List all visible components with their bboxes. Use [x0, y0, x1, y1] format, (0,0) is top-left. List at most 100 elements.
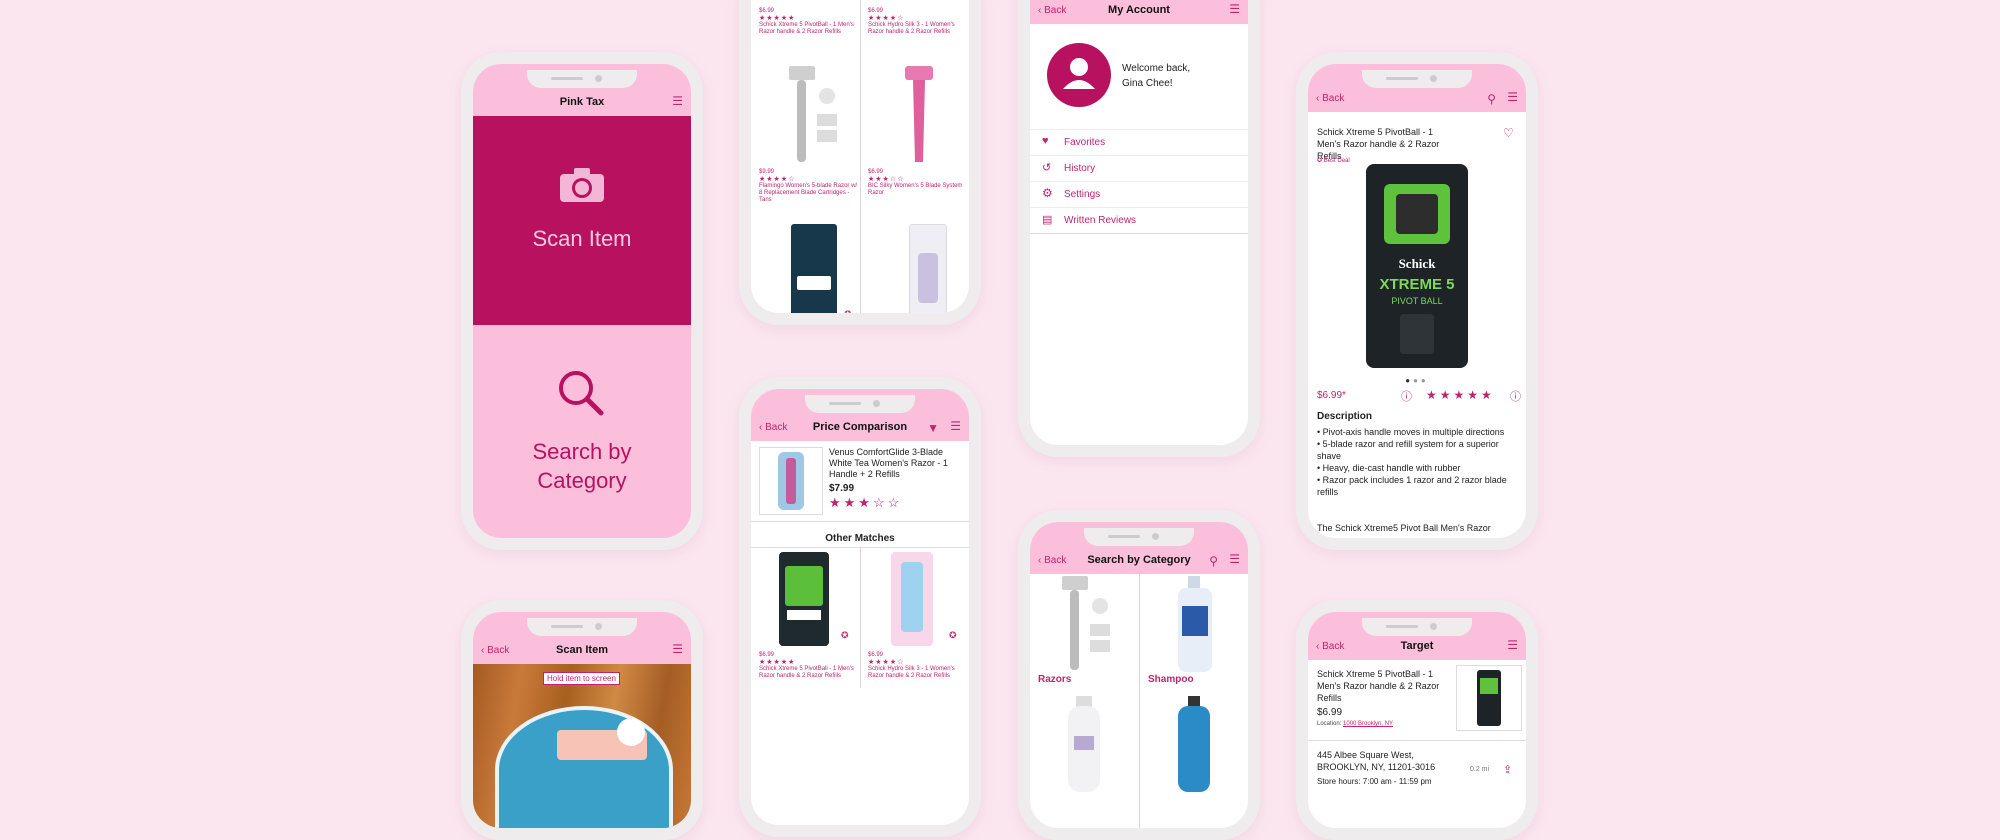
scan-item-label: Scan Item [532, 226, 632, 251]
gear-icon: ⚙ [1042, 186, 1053, 200]
other-matches-heading: Other Matches [825, 533, 895, 544]
image-carousel-dots[interactable]: ●●● [1308, 376, 1526, 385]
camera-viewfinder[interactable]: Hold item to screen [473, 664, 691, 828]
store-item-name: Schick Xtreme 5 PivotBall - 1 Men's Razo… [1317, 669, 1440, 703]
description-heading: Description [1317, 411, 1373, 422]
search-icon[interactable]: ⚲ [1209, 554, 1218, 568]
filter-icon[interactable]: ▼ [927, 421, 939, 435]
notch [1362, 618, 1472, 636]
address-line1: 445 Albee Square West, [1317, 750, 1414, 760]
notch [1084, 528, 1194, 546]
avatar[interactable] [1047, 43, 1111, 107]
location-link[interactable]: 1000 Brooklyn, NY [1343, 721, 1393, 727]
welcome-line: Welcome back, [1122, 63, 1191, 74]
menu-item-history[interactable]: ↺ History [1030, 156, 1248, 182]
main-item[interactable]: Venus ComfortGlide 3-Blade White Tea Wom… [751, 441, 969, 522]
notch [527, 618, 637, 636]
menu-item-label: Written Reviews [1064, 215, 1137, 226]
notch [1362, 70, 1472, 88]
list-item[interactable]: $9.99 ★★★★☆ Flamingo Women's 5-blade Raz… [759, 169, 859, 204]
product-image[interactable] [779, 552, 829, 646]
menu-item-settings[interactable]: ⚙ Settings [1030, 182, 1248, 208]
scan-item-button[interactable]: Scan Item [473, 116, 691, 325]
column-divider [860, 0, 861, 313]
category-label: Shampoo [1148, 674, 1194, 685]
store-hours: Store hours: 7:00 am - 11:59 pm [1317, 777, 1432, 786]
account-screen: ‹ Back My Account ☰ Welcome back, Gina C… [1030, 0, 1248, 445]
rating-info-icon[interactable]: ⓘ [1510, 388, 1521, 404]
menu-item-label: Favorites [1064, 137, 1106, 148]
product-image [759, 447, 823, 515]
menu-icon[interactable]: ☰ [672, 94, 683, 108]
description-list: • Pivot-axis handle moves in multiple di… [1317, 426, 1517, 498]
favorite-heart-icon[interactable]: ♡ [1503, 126, 1514, 140]
back-button[interactable]: ‹ Back [1316, 93, 1344, 104]
product-image[interactable] [781, 66, 841, 166]
share-icon[interactable]: ⇪ [1503, 763, 1512, 776]
menu-icon[interactable]: ☰ [950, 419, 961, 433]
menu-item-label: History [1064, 163, 1096, 174]
store-item[interactable]: Schick Xtreme 5 PivotBall - 1 Men's Razo… [1308, 660, 1526, 741]
menu-icon[interactable]: ☰ [672, 642, 683, 656]
product-image[interactable] [909, 224, 947, 313]
distance: 0.2 mi [1470, 766, 1490, 773]
product-image[interactable]: Schick XTREME 5 PIVOT BALL [1366, 164, 1468, 368]
account-phone: ‹ Back My Account ☰ Welcome back, Gina C… [1018, 0, 1260, 457]
list-item[interactable]: $6.99 ★★★★★ Schick Xtreme 5 PivotBall - … [759, 8, 855, 36]
list-item[interactable]: $6.99 ★★★★☆ Schick Hydro Silk 3 - 1 Wome… [868, 652, 964, 680]
description-bullet: • Razor pack includes 1 razor and 2 razo… [1317, 475, 1507, 497]
menu-item-written-reviews[interactable]: ▤ Written Reviews [1030, 208, 1248, 234]
best-deal-icon: ✪ [949, 630, 957, 640]
list-item[interactable]: $6.99 ★★★★☆ Schick Hydro Silk 3 - 1 Wome… [868, 8, 964, 36]
best-deal-badge: ✪ Best Deal [1317, 158, 1350, 164]
page-title: Scan Item [556, 644, 608, 656]
heart-icon: ♥ [1042, 135, 1049, 147]
main-item-name: Venus ComfortGlide 3-Blade White Tea Wom… [829, 447, 948, 479]
user-name: Gina Chee! [1122, 78, 1173, 89]
menu-icon[interactable]: ☰ [1229, 552, 1240, 566]
category-shampoo[interactable]: Shampoo [1140, 574, 1248, 694]
product-image[interactable] [891, 552, 933, 646]
magnifier-icon [557, 369, 605, 417]
menu-icon[interactable]: ☰ [1229, 2, 1240, 16]
store-item-price: $6.99 [1317, 707, 1343, 718]
rating-stars: ★★★★★ [1426, 388, 1495, 402]
scan-screen: ‹ Back Scan Item ☰ Hold item to screen [473, 612, 691, 828]
history-icon: ↺ [1042, 162, 1052, 174]
location-text: Location: 1000 Brooklyn, NY [1317, 721, 1394, 727]
page-title: My Account [1108, 4, 1170, 16]
store-phone: ‹ Back Target ☰ Schick Xtreme 5 PivotBal… [1296, 600, 1538, 840]
list-item[interactable]: $6.99 ★★★★★ Schick Xtreme 5 PivotBall - … [759, 652, 855, 680]
category-conditioner[interactable] [1140, 696, 1248, 796]
category-razors[interactable]: Razors [1030, 574, 1139, 694]
main-item-stars: ★★★☆☆ [829, 495, 903, 510]
search-icon[interactable]: ⚲ [1487, 92, 1496, 106]
product-image[interactable] [791, 224, 837, 313]
menu-item-favorites[interactable]: ♥ Favorites [1030, 130, 1248, 156]
product-screen: ‹ Back ⚲ ☰ Schick Xtreme 5 PivotBall - 1… [1308, 64, 1526, 538]
best-deal-icon: ✪ [844, 309, 852, 313]
camera-icon [560, 168, 604, 202]
description-bullet: • 5-blade razor and refill system for a … [1317, 439, 1499, 461]
welcome-text: Welcome back, Gina Chee! [1122, 61, 1190, 91]
price-info-icon[interactable]: ⓘ [1401, 388, 1412, 404]
category-body-wash[interactable] [1030, 696, 1139, 796]
description-bullet: • Pivot-axis handle moves in multiple di… [1317, 427, 1505, 437]
main-item-price: $7.99 [829, 483, 855, 494]
list-item[interactable]: $6.99 ★★★☆☆ BIC Silky Women's 5 Blade Sy… [868, 169, 964, 197]
category-grid: Razors Shampoo [1030, 574, 1248, 828]
menu-icon[interactable]: ☰ [1507, 90, 1518, 104]
home-screen: Pink Tax ☰ Scan Item Search by Category [473, 64, 691, 538]
search-by-category-button[interactable]: Search by Category [473, 325, 691, 538]
product-phone: ‹ Back ⚲ ☰ Schick Xtreme 5 PivotBall - 1… [1296, 52, 1538, 550]
product-image[interactable] [899, 66, 939, 166]
menu-icon[interactable]: ☰ [1507, 638, 1518, 652]
scanned-product [495, 706, 673, 828]
category-label: Razors [1038, 674, 1072, 685]
notch [805, 395, 915, 413]
notch [527, 70, 637, 88]
home-phone: Pink Tax ☰ Scan Item Search by Category [461, 52, 703, 550]
menu-item-label: Settings [1064, 189, 1101, 200]
category-screen: ‹ Back Search by Category ⚲ ☰ Razors Sha… [1030, 522, 1248, 828]
search-by-category-label: Search by Category [532, 439, 632, 493]
